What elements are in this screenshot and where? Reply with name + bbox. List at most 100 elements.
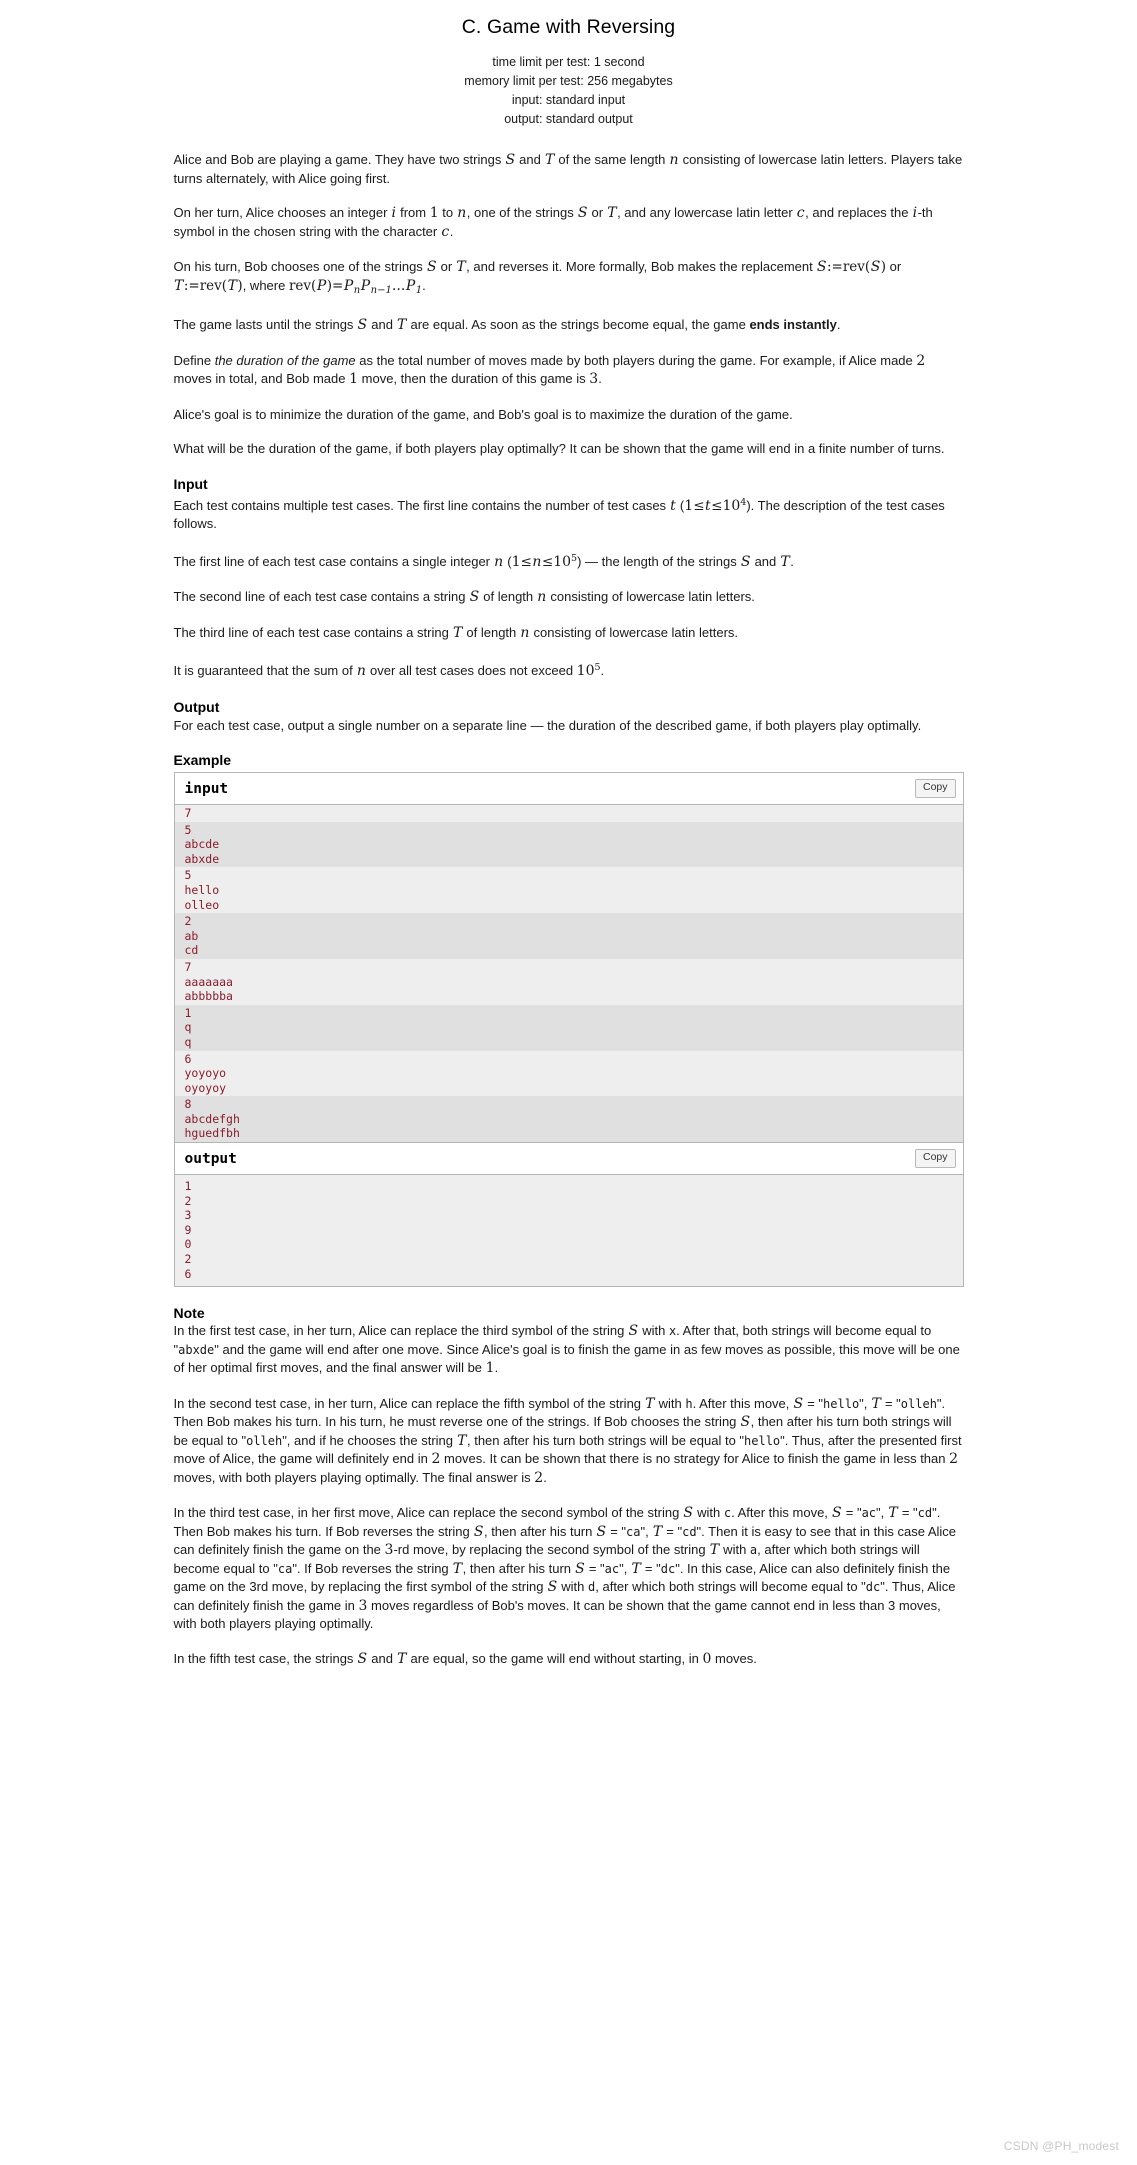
math-T: T	[607, 205, 617, 221]
input-line: 5	[184, 822, 192, 837]
output-source: output: standard output	[504, 112, 633, 126]
input-paragraph-5: It is guaranteed that the sum of n over …	[173, 662, 605, 679]
code-ac: ac	[861, 1506, 877, 1521]
note-paragraph-5: In the fifth test case, the strings S an…	[173, 1650, 757, 1667]
input-line: abxde	[184, 851, 220, 866]
input-paragraph-3: The second line of each test case contai…	[173, 589, 755, 605]
code-abxde: abxde	[178, 1342, 215, 1357]
output-line: 9	[184, 1222, 192, 1237]
input-line: 7	[184, 959, 192, 974]
input-line: hguedfbh	[184, 1126, 240, 1141]
note-paragraph-3: In the third test case, in her first mov…	[173, 1505, 957, 1632]
code-hello: hello	[823, 1396, 860, 1411]
problem-statement: Alice and Bob are playing a game. They h…	[174, 151, 964, 458]
output-paragraph-1: For each test case, output a single numb…	[173, 717, 922, 733]
output-line: 1	[184, 1179, 192, 1194]
input-line: 5	[184, 868, 192, 883]
sample-output-data: 1239026	[174, 1175, 963, 1287]
code-hello-2: hello	[744, 1433, 781, 1448]
note-heading: Note	[173, 1305, 205, 1322]
sample-output-box: output Copy 1239026	[173, 1143, 964, 1288]
input-line: olleo	[184, 897, 220, 912]
test-case-group: 8 abcdefgh hguedfbh	[174, 1096, 963, 1143]
ends-instantly-emphasis: ends instantly	[749, 317, 837, 332]
input-line: 7	[184, 806, 192, 820]
note-section: Note In the first test case, in her turn…	[174, 1305, 964, 1668]
code-dc-2: dc	[865, 1580, 881, 1595]
math-one: 1	[429, 205, 439, 221]
test-case-group: 5 hello olleo	[174, 867, 963, 914]
math-T: T	[544, 152, 555, 168]
math-S: S	[505, 152, 516, 168]
copy-output-button[interactable]: Copy	[914, 1149, 956, 1168]
problem-limits: time limit per test: 1 second memory lim…	[174, 53, 964, 129]
math-S: S	[426, 259, 437, 275]
input-line: hello	[184, 882, 220, 897]
input-line: 8	[184, 1097, 192, 1112]
input-line: abcde	[184, 837, 220, 852]
statement-paragraph-2: On her turn, Alice chooses an integer i …	[173, 205, 933, 240]
input-source: input: standard input	[511, 93, 626, 107]
math-assign: :=	[826, 259, 843, 275]
page-title: C. Game with Reversing	[461, 16, 676, 38]
input-line: oyoyoy	[184, 1080, 227, 1095]
sample-tests: Example input Copy 7 5 abcde abxde 5 hello oll…	[173, 752, 964, 1288]
input-specification: Input Each test contains multiple test c…	[174, 476, 964, 681]
input-line: cd	[184, 943, 199, 958]
note-paragraph-1: In the first test case, in her turn, Ali…	[173, 1323, 960, 1377]
output-title: output	[184, 1151, 237, 1168]
memory-limit: memory limit per test: 256 megabytes	[464, 74, 673, 88]
math-n: n	[669, 152, 679, 168]
math-c: c	[796, 205, 805, 221]
example-heading: Example	[173, 752, 232, 768]
statement-paragraph-1: Alice and Bob are playing a game. They h…	[173, 152, 963, 186]
test-case-group: 7	[174, 805, 963, 822]
code-dc: dc	[660, 1561, 676, 1576]
statement-paragraph-7: What will be the duration of the game, i…	[173, 441, 945, 456]
code-c: c	[723, 1506, 732, 1521]
code-ac-2: ac	[604, 1561, 620, 1576]
input-line: abbbbba	[184, 989, 233, 1004]
watermark: CSDN @PH_modest	[1003, 2139, 1119, 2153]
statement-paragraph-6: Alice's goal is to minimize the duration…	[173, 406, 793, 422]
code-ca: ca	[626, 1524, 641, 1539]
output-line: 3	[184, 1208, 192, 1223]
output-line: 2	[184, 1193, 192, 1208]
duration-definition-emphasis: the duration of the game	[214, 352, 356, 368]
input-line: q	[184, 1034, 192, 1049]
test-case-group: 5 abcde abxde	[174, 821, 963, 868]
input-line: 2	[184, 914, 192, 929]
test-case-group: 2 ab cd	[174, 913, 963, 959]
input-line: yoyoyo	[184, 1066, 227, 1081]
input-line: aaaaaaa	[184, 974, 233, 989]
input-line: abcdefgh	[184, 1111, 240, 1126]
code-olleh: olleh	[900, 1396, 937, 1411]
code-h: h	[685, 1396, 693, 1411]
output-line: 6	[184, 1266, 192, 1281]
output-section-heading: Output	[173, 698, 220, 715]
statement-paragraph-5: Define the duration of the game as the t…	[173, 352, 926, 388]
input-title-row: input Copy	[174, 773, 963, 805]
output-line: 2	[184, 1252, 192, 1267]
sample-input-data: 7 5 abcde abxde 5 hello olleo 2 ab cd 7 aaaaaaa abbb…	[174, 805, 963, 1143]
math-S: S	[577, 205, 588, 221]
time-limit: time limit per test: 1 second	[492, 55, 645, 69]
input-title: input	[184, 781, 229, 797]
code-olleh-2: olleh	[246, 1433, 283, 1448]
input-paragraph-4: The third line of each test case contain…	[173, 624, 739, 641]
code-cd-2: cd	[682, 1524, 697, 1539]
problem-page: C. Game with Reversing time limit per te…	[0, 0, 1137, 2165]
statement-paragraph-3: On his turn, Bob chooses one of the stri…	[173, 259, 902, 296]
test-case-group: 1qq	[174, 1004, 963, 1051]
test-case-group: 7 aaaaaaa abbbbba	[174, 958, 963, 1005]
input-section-heading: Input	[173, 475, 208, 492]
output-line: 0	[184, 1237, 192, 1252]
copy-input-button[interactable]: Copy	[914, 779, 956, 798]
code-ca-2: ca	[277, 1561, 293, 1576]
input-line: q	[184, 1020, 192, 1035]
input-line: 1	[184, 1005, 192, 1020]
input-paragraph-2: The first line of each test case contain…	[173, 552, 794, 570]
sample-input-box: input Copy 7 5 abcde abxde 5 hello olleo 2 ab cd 7…	[173, 772, 964, 1144]
input-line: ab	[184, 928, 199, 943]
code-cd: cd	[917, 1506, 933, 1521]
